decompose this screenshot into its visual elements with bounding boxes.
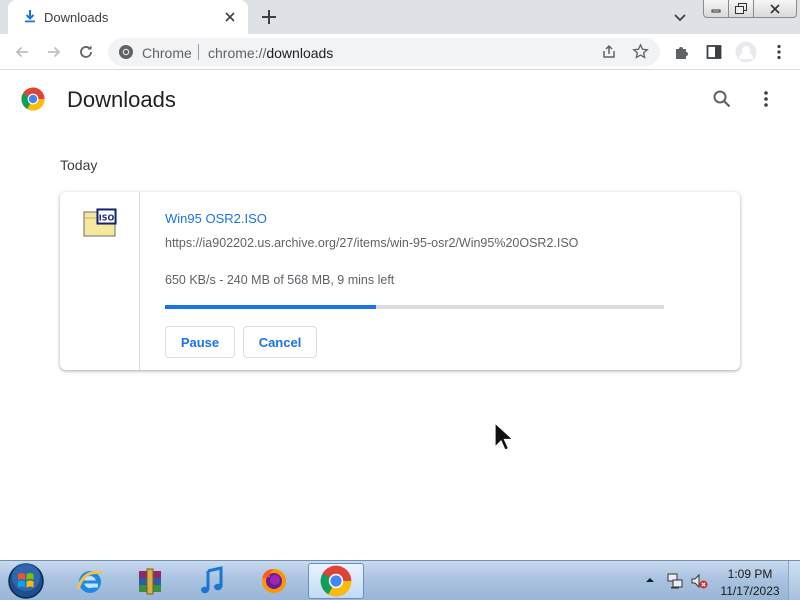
download-status: 650 KB/s - 240 MB of 568 MB, 9 mins left bbox=[165, 273, 395, 287]
url-scheme: chrome:// bbox=[208, 45, 267, 61]
url-text: chrome://downloads bbox=[208, 45, 333, 61]
close-window-button[interactable] bbox=[754, 0, 797, 18]
show-desktop-button[interactable] bbox=[788, 561, 800, 600]
cancel-button[interactable]: Cancel bbox=[243, 326, 317, 358]
windows-start-orb-icon[interactable] bbox=[6, 562, 46, 600]
browser-menu-icon[interactable] bbox=[770, 43, 788, 61]
internet-explorer-icon bbox=[76, 570, 103, 593]
iso-file-icon: ISO bbox=[83, 208, 117, 237]
winrar-icon bbox=[139, 568, 161, 595]
search-icon[interactable] bbox=[712, 89, 732, 109]
chrome-icon bbox=[320, 565, 352, 597]
file-icon-column: ISO bbox=[60, 192, 140, 370]
minimize-button[interactable] bbox=[703, 0, 729, 18]
tab-downloads[interactable]: Downloads bbox=[8, 0, 248, 34]
url-path: downloads bbox=[266, 45, 334, 61]
window-controls bbox=[703, 0, 797, 18]
date-heading: Today bbox=[60, 157, 98, 173]
extensions-puzzle-icon[interactable] bbox=[673, 43, 691, 61]
downloads-page: Downloads Today ISO Win95 OSR2.ISO https… bbox=[0, 71, 800, 560]
download-progress-fill bbox=[165, 305, 376, 309]
taskbar-itunes[interactable] bbox=[184, 563, 240, 599]
page-title: Downloads bbox=[67, 87, 176, 112]
screen: Downloads Chrome chrome://downloads Down… bbox=[0, 0, 800, 600]
forward-arrow-icon[interactable] bbox=[45, 43, 63, 61]
download-item-card: ISO Win95 OSR2.ISO https://ia902202.us.a… bbox=[60, 192, 740, 370]
omnibox-separator bbox=[198, 44, 199, 60]
firefox-icon bbox=[262, 569, 286, 593]
restore-button[interactable] bbox=[729, 0, 754, 18]
restore-icon bbox=[735, 3, 747, 14]
reload-icon[interactable] bbox=[77, 43, 95, 61]
taskbar-chrome[interactable] bbox=[308, 563, 364, 599]
tab-title: Downloads bbox=[44, 10, 109, 25]
itunes-music-note-icon bbox=[201, 566, 223, 594]
share-icon[interactable] bbox=[601, 44, 617, 60]
minimize-icon bbox=[711, 9, 721, 12]
clock-time[interactable]: 1:09 PM bbox=[720, 567, 780, 581]
address-bar[interactable]: Chrome chrome://downloads bbox=[108, 38, 660, 66]
taskbar-winrar[interactable] bbox=[122, 563, 178, 599]
tab-search-chevron-icon[interactable] bbox=[672, 9, 688, 25]
taskbar-firefox[interactable] bbox=[246, 563, 302, 599]
browser-toolbar: Chrome chrome://downloads bbox=[0, 34, 800, 70]
show-hidden-icons-icon[interactable] bbox=[645, 575, 655, 585]
profile-avatar-icon[interactable] bbox=[735, 41, 757, 63]
back-arrow-icon[interactable] bbox=[13, 43, 31, 61]
svg-text:ISO: ISO bbox=[99, 214, 115, 223]
mouse-pointer-icon bbox=[494, 422, 515, 451]
file-source-url[interactable]: https://ia902202.us.archive.org/27/items… bbox=[165, 236, 578, 250]
file-name-link[interactable]: Win95 OSR2.ISO bbox=[165, 211, 267, 226]
tab-strip: Downloads bbox=[0, 0, 800, 34]
bookmark-star-icon[interactable] bbox=[632, 43, 649, 60]
chrome-site-icon bbox=[119, 45, 133, 59]
side-panel-icon[interactable] bbox=[705, 43, 723, 61]
site-name: Chrome bbox=[142, 45, 192, 61]
chrome-logo-icon bbox=[21, 87, 45, 111]
download-icon bbox=[25, 10, 35, 23]
network-icon[interactable] bbox=[666, 572, 684, 590]
pause-button[interactable]: Pause bbox=[165, 326, 235, 358]
volume-muted-icon[interactable] bbox=[690, 572, 708, 590]
close-icon bbox=[770, 3, 780, 14]
download-progress-bar bbox=[165, 305, 664, 309]
new-tab-icon[interactable] bbox=[260, 8, 278, 26]
clock-date[interactable]: 11/17/2023 bbox=[716, 584, 784, 598]
close-tab-icon[interactable] bbox=[222, 9, 238, 25]
more-actions-icon[interactable] bbox=[757, 89, 775, 109]
taskbar-internet-explorer[interactable] bbox=[62, 563, 118, 599]
windows-taskbar: 1:09 PM 11/17/2023 bbox=[0, 560, 800, 600]
